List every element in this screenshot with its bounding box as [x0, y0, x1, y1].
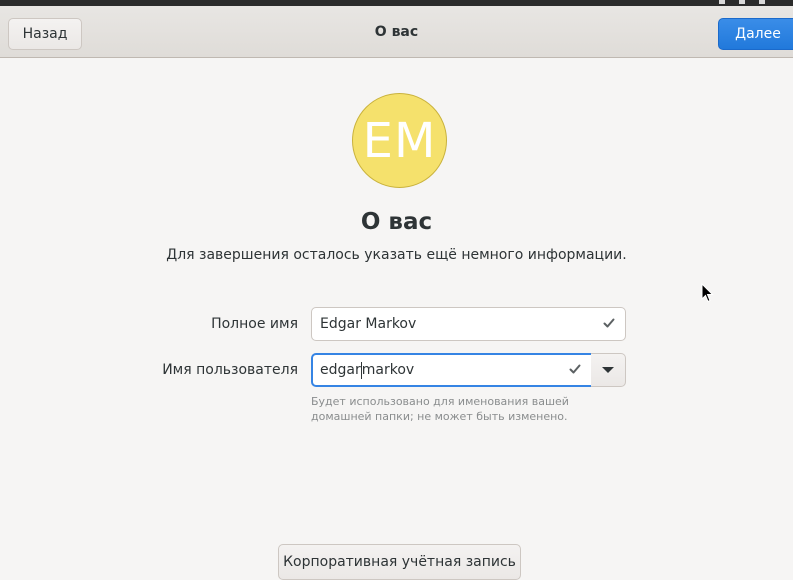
username-hint: Будет использовано для именования вашей …: [311, 395, 569, 423]
username-field[interactable]: edgar markov: [311, 353, 592, 387]
username-label: Имя пользователя: [162, 362, 298, 378]
page-title: О вас: [360, 209, 433, 235]
check-icon: [603, 318, 615, 328]
panel-icon: [739, 0, 745, 4]
fullname-field[interactable]: Edgar Markov: [311, 307, 626, 341]
panel-icon: [719, 0, 725, 4]
check-icon: [569, 364, 581, 374]
fullname-label: Полное имя: [211, 316, 298, 332]
panel-icon: [759, 0, 765, 4]
header-title: О вас: [374, 24, 419, 40]
avatar[interactable]: EM: [352, 93, 447, 188]
next-button[interactable]: Далее: [718, 18, 793, 50]
mouse-pointer-icon: [701, 283, 714, 303]
fullname-value: Edgar Markov: [320, 316, 417, 332]
enterprise-login-button[interactable]: Корпоративная учётная запись: [278, 544, 521, 580]
page-subtitle: Для завершения осталось указать ещё немн…: [166, 247, 627, 263]
username-value-end: markov: [361, 362, 415, 378]
username-value-start: edgar: [320, 362, 361, 378]
username-suggestions-button[interactable]: [591, 353, 626, 387]
chevron-down-icon: [602, 367, 614, 373]
avatar-initials: EM: [362, 112, 437, 169]
header-bar: Назад О вас Далее: [0, 6, 793, 58]
